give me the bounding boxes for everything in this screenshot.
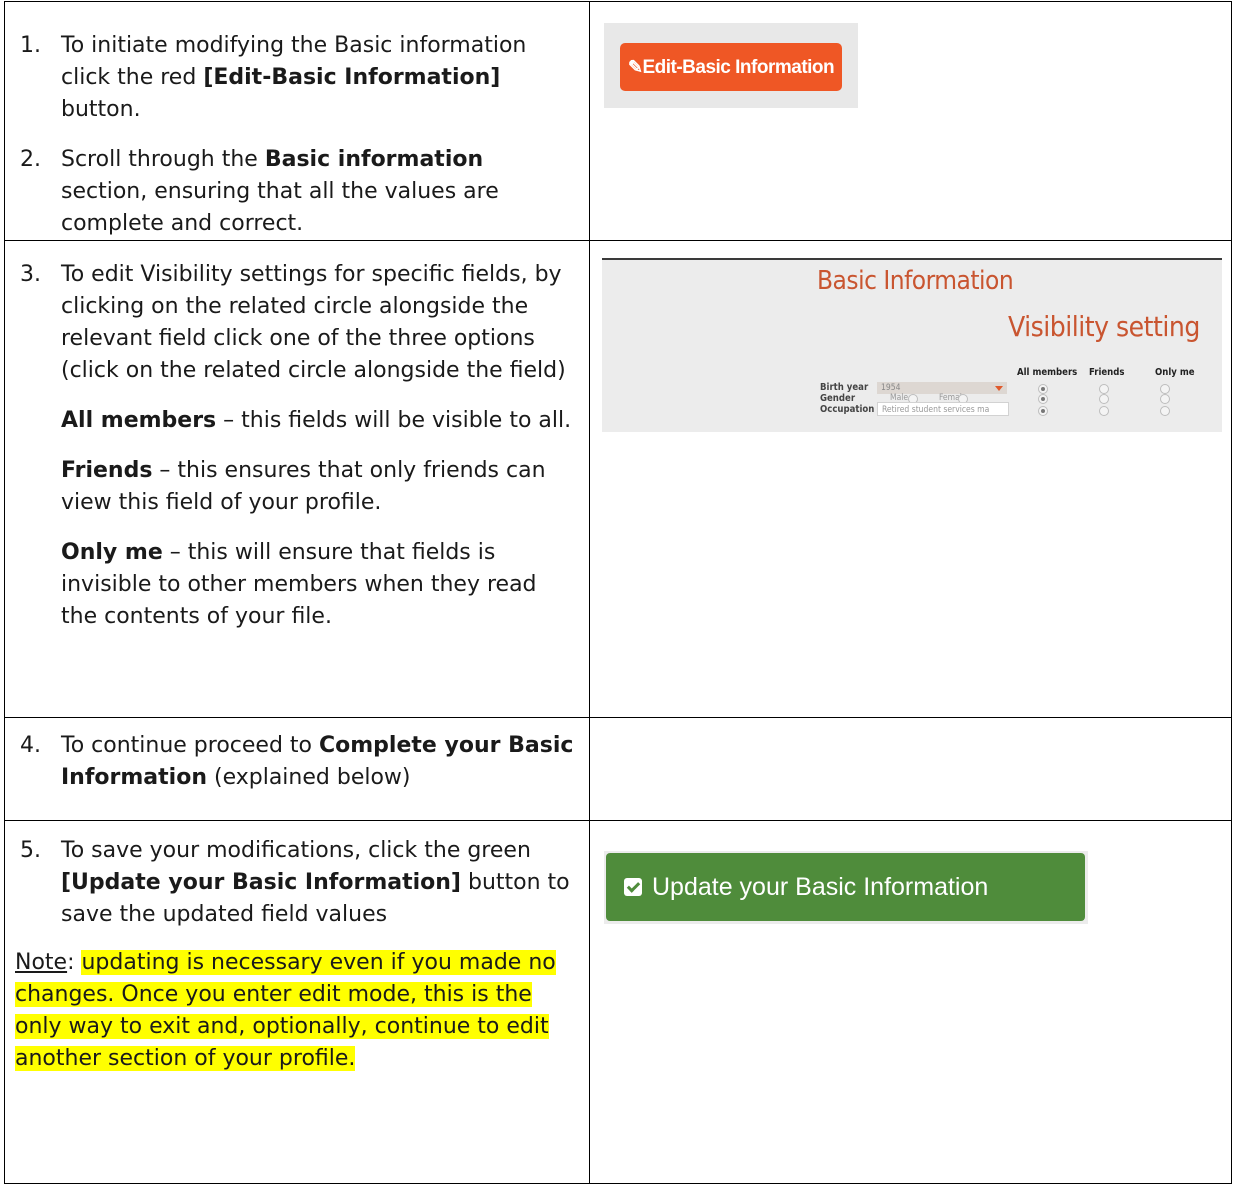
table-row: 5. To save your modifications, click the… bbox=[4, 820, 1232, 1184]
step-number: 1. bbox=[20, 33, 41, 58]
instruction-cell: 1. To initiate modifying the Basic infor… bbox=[4, 1, 590, 241]
option-all-members: All members – this fields will be visibl… bbox=[61, 408, 572, 433]
step-4: 4. To continue proceed to Complete your … bbox=[5, 730, 589, 794]
instruction-cell: 4. To continue proceed to Complete your … bbox=[4, 717, 590, 821]
image-cell bbox=[589, 717, 1232, 821]
instruction-cell: 3. To edit Visibility settings for speci… bbox=[4, 240, 590, 718]
radio-only-me[interactable] bbox=[1160, 406, 1170, 416]
table-row: 1. To initiate modifying the Basic infor… bbox=[4, 1, 1232, 241]
step-1: 1. To initiate modifying the Basic infor… bbox=[5, 30, 589, 126]
table-row: 3. To edit Visibility settings for speci… bbox=[4, 240, 1232, 718]
visibility-heading: Visibility setting bbox=[1008, 310, 1200, 343]
radio-friends[interactable] bbox=[1099, 384, 1109, 394]
update-basic-information-button[interactable]: Update your Basic Information bbox=[606, 853, 1085, 921]
step-number: 3. bbox=[20, 262, 41, 287]
step-2: 2. Scroll through the Basic information … bbox=[5, 144, 589, 240]
radio-only-me[interactable] bbox=[1160, 394, 1170, 404]
image-cell: Basic Information Visibility setting All… bbox=[589, 240, 1232, 718]
radio-friends[interactable] bbox=[1099, 394, 1109, 404]
column-header: All members bbox=[1017, 367, 1078, 378]
radio-only-me[interactable] bbox=[1160, 384, 1170, 394]
pencil-icon: ✎ bbox=[627, 57, 643, 77]
instruction-table: 1. To initiate modifying the Basic infor… bbox=[4, 1, 1232, 1184]
option-only-me: Only me – this will ensure that fields i… bbox=[61, 540, 537, 629]
image-cell: Update your Basic Information bbox=[589, 820, 1232, 1184]
radio-all-members[interactable] bbox=[1038, 384, 1048, 394]
note-paragraph: Note: updating is necessary even if you … bbox=[15, 950, 556, 1071]
step-number: 4. bbox=[20, 733, 41, 758]
step-text: To initiate modifying the Basic informat… bbox=[61, 33, 527, 122]
step-5: 5. To save your modifications, click the… bbox=[5, 835, 589, 931]
step-text: To continue proceed to Complete your Bas… bbox=[61, 733, 574, 790]
table-row: 4. To continue proceed to Complete your … bbox=[4, 717, 1232, 821]
step-number: 2. bbox=[20, 147, 41, 172]
image-cell: ✎Edit-Basic Information bbox=[589, 1, 1232, 241]
step-text: To edit Visibility settings for specific… bbox=[61, 262, 566, 383]
edit-button-screenshot: ✎Edit-Basic Information bbox=[604, 23, 858, 108]
instruction-cell: 5. To save your modifications, click the… bbox=[4, 820, 590, 1184]
visibility-settings-screenshot: Basic Information Visibility setting All… bbox=[602, 258, 1222, 432]
radio-friends[interactable] bbox=[1099, 406, 1109, 416]
step-3: 3. To edit Visibility settings for speci… bbox=[5, 259, 589, 387]
option-friends: Friends – this ensures that only friends… bbox=[61, 458, 546, 515]
highlighted-note: updating is necessary even if you made n… bbox=[15, 950, 556, 1071]
step-text: To save your modifications, click the gr… bbox=[61, 838, 570, 927]
radio-all-members[interactable] bbox=[1038, 394, 1048, 404]
section-title: Basic Information bbox=[817, 266, 1014, 296]
occupation-input[interactable]: Retired student services ma bbox=[877, 402, 1009, 416]
column-header: Only me bbox=[1155, 367, 1195, 378]
radio-all-members[interactable] bbox=[1038, 406, 1048, 416]
field-label: Gender bbox=[820, 393, 856, 404]
step-text: Scroll through the Basic information sec… bbox=[61, 147, 499, 236]
caret-down-icon bbox=[995, 386, 1003, 391]
update-button-screenshot: Update your Basic Information bbox=[604, 851, 1088, 924]
step-number: 5. bbox=[20, 838, 41, 863]
field-label: Occupation bbox=[820, 404, 875, 415]
field-label: Birth year bbox=[820, 382, 869, 393]
edit-basic-information-button[interactable]: ✎Edit-Basic Information bbox=[620, 43, 842, 91]
column-header: Friends bbox=[1089, 367, 1125, 378]
checkbox-icon bbox=[624, 878, 642, 896]
